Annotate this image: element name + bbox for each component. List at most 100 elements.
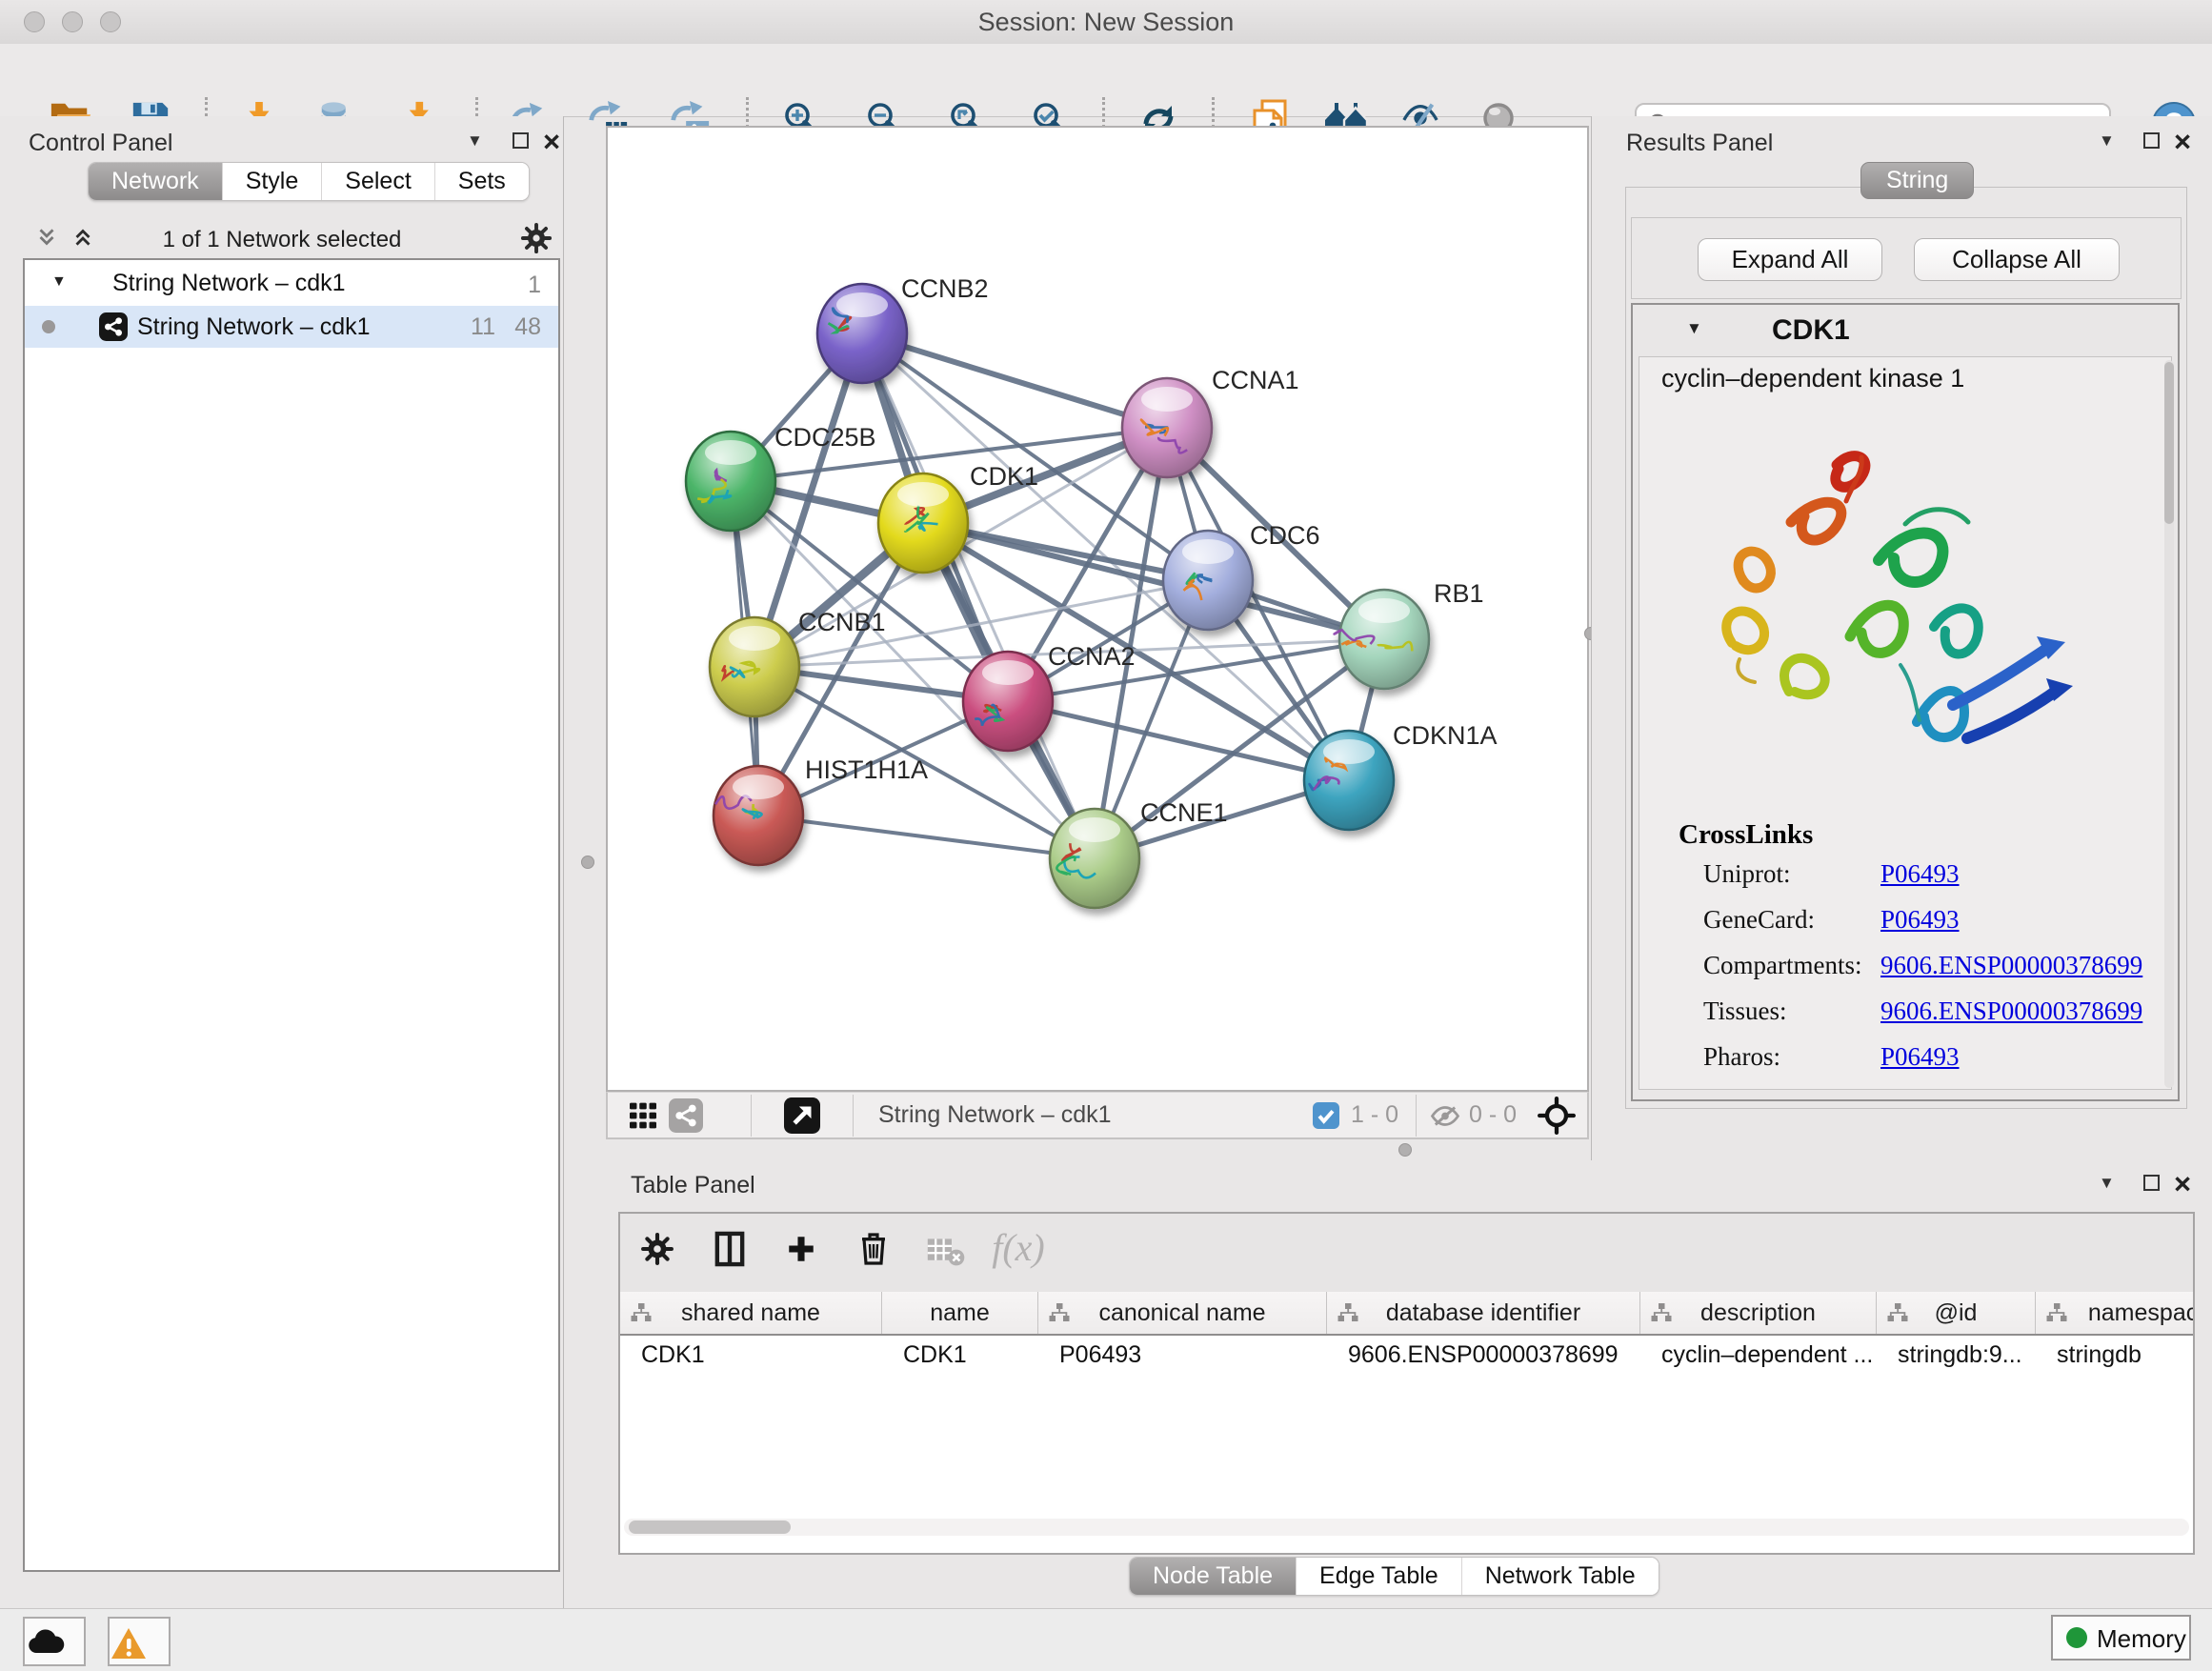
tab-sets[interactable]: Sets [434,163,529,200]
column-header-shared-name[interactable]: shared name [620,1292,882,1336]
table-panel-close-icon[interactable]: × [2174,1175,2191,1194]
crosslink-link[interactable]: 9606.ENSP00000378699 [1880,997,2142,1026]
network-row-selected[interactable]: String Network – cdk1 11 48 [25,306,558,348]
network-node-cdkn1a[interactable] [1304,731,1394,830]
expand-all-button[interactable]: Expand All [1698,238,1882,281]
column-header-label: database identifier [1327,1299,1639,1327]
network-node-cdc6[interactable] [1163,531,1253,630]
tab-select[interactable]: Select [321,163,433,200]
selected-checkbox-icon[interactable] [1313,1102,1339,1129]
column-header-label: @id [1877,1299,2035,1327]
node-label-ccna2: CCNA2 [1048,642,1136,671]
table-panel-float-icon[interactable] [2143,1175,2160,1191]
node-label-ccne1: CCNE1 [1140,798,1228,827]
memory-status-icon [2066,1627,2087,1648]
gene-section-expander-icon[interactable]: ▼ [1686,319,1702,338]
table-row[interactable]: CDK1CDK1P064939606.ENSP00000378699cyclin… [620,1336,2193,1376]
crosslink-row: Compartments:9606.ENSP00000378699 [1703,951,2161,980]
memory-button[interactable]: Memory [2051,1615,2191,1661]
control-panel-float-icon[interactable] [513,132,529,149]
column-header-id[interactable]: @id [1877,1292,2036,1336]
cell-canonical-name[interactable]: P06493 [1038,1336,1327,1376]
cloud-icon [25,1628,67,1657]
warning-button[interactable] [108,1617,171,1666]
table-function-builder-icon[interactable]: f(x) [992,1225,1045,1270]
column-header-label: name [882,1299,1037,1327]
control-panel-close-icon[interactable]: × [543,132,560,151]
column-header-label: description [1640,1299,1876,1327]
crosslinks-title: CrossLinks [1679,819,1813,851]
birds-eye-crosshair-icon[interactable] [1538,1097,1576,1135]
control-panel-title: Control Panel [29,130,172,157]
network-node-ccne1[interactable] [1050,809,1139,908]
cloud-button[interactable] [23,1617,86,1666]
cell-name[interactable]: CDK1 [882,1336,1038,1376]
results-panel-close-icon[interactable]: × [2174,132,2191,151]
table-delete-column-icon[interactable] [858,1229,889,1267]
network-node-ccnb1[interactable] [710,617,799,716]
tab-network-table[interactable]: Network Table [1461,1558,1659,1595]
network-edge-hist1h1a-ccne1[interactable] [758,815,1095,858]
network-node-ccnb2[interactable] [817,284,907,383]
control-panel-menu-icon[interactable]: ▼ [467,131,483,151]
table-add-column-icon[interactable] [785,1233,817,1265]
table-panel-menu-icon[interactable]: ▼ [2099,1174,2115,1193]
cell-namespace[interactable]: stringdb [2036,1336,2193,1376]
tab-style[interactable]: Style [222,163,322,200]
results-scrollbar-track[interactable] [2164,360,2174,1088]
tab-network[interactable]: Network [89,163,222,200]
tree-expander-icon[interactable]: ▼ [51,273,67,291]
crosslink-link[interactable]: P06493 [1880,905,1960,935]
column-header-name[interactable]: name [882,1292,1038,1336]
left-splitter-handle[interactable] [581,856,594,869]
horizontal-splitter-handle[interactable] [1398,1143,1412,1157]
crosslink-link[interactable]: P06493 [1880,1042,1960,1072]
node-label-cdkn1a: CDKN1A [1393,721,1498,750]
cell-id[interactable]: stringdb:9... [1877,1336,2036,1376]
table-hscrollbar-track[interactable] [624,1519,2189,1536]
tab-string[interactable]: String [1860,162,1974,199]
control-panel-tabs: NetworkStyleSelectSets [88,162,530,201]
grid-view-icon[interactable] [627,1100,659,1131]
crosslink-link[interactable]: 9606.ENSP00000378699 [1880,951,2142,980]
cell-shared-name[interactable]: CDK1 [620,1336,882,1376]
results-panel-float-icon[interactable] [2143,132,2160,149]
share-view-icon[interactable] [669,1098,703,1133]
network-node-ccna1[interactable] [1122,378,1212,477]
network-collection-row[interactable]: ▼ String Network – cdk1 1 [25,264,558,306]
crosslink-link[interactable]: P06493 [1880,859,1960,889]
network-view-canvas[interactable]: CCNB2CCNA1CDC25BCDK1CDC6RB1CCNB1CCNA2CDK… [606,126,1589,1092]
tab-edge-table[interactable]: Edge Table [1296,1558,1461,1595]
column-header-namespace[interactable]: namespace [2036,1292,2193,1336]
memory-label: Memory [2097,1624,2186,1654]
network-options-gear-icon[interactable] [519,221,553,255]
table-columns-icon[interactable] [713,1231,747,1267]
table-hscrollbar-thumb[interactable] [629,1520,791,1534]
column-header-description[interactable]: description [1640,1292,1877,1336]
hidden-eye-icon[interactable] [1429,1103,1461,1129]
column-header-canonical-name[interactable]: canonical name [1038,1292,1327,1336]
column-header-label: canonical name [1038,1299,1326,1327]
cell-database-identifier[interactable]: 9606.ENSP00000378699 [1327,1336,1640,1376]
table-panel-tabs: Node TableEdge TableNetwork Table [1129,1557,1659,1596]
cell-description[interactable]: cyclin–dependent ... [1640,1336,1877,1376]
network-node-hist1h1a[interactable] [714,766,803,865]
window-title: Session: New Session [0,8,2212,37]
network-edge-ccna2-cdkn1a[interactable] [1008,701,1349,780]
network-node-cdc25b[interactable] [686,432,775,531]
node-label-ccnb2: CCNB2 [901,274,989,303]
column-header-label: shared name [620,1299,881,1327]
network-node-cdk1[interactable] [878,473,968,573]
open-in-window-icon[interactable] [784,1097,820,1134]
network-edge-ccnb2-ccna1[interactable] [862,333,1167,428]
table-gear-icon[interactable] [639,1231,675,1267]
results-scrollbar-thumb[interactable] [2164,362,2174,524]
network-node-ccna2[interactable] [963,652,1053,751]
table-delete-table-icon[interactable] [925,1235,965,1267]
results-panel-menu-icon[interactable]: ▼ [2099,131,2115,151]
column-header-database-identifier[interactable]: database identifier [1327,1292,1640,1336]
tab-node-table[interactable]: Node Table [1130,1558,1296,1595]
collapse-all-button[interactable]: Collapse All [1914,238,2120,281]
crosslink-row: Tissues:9606.ENSP00000378699 [1703,997,2161,1026]
crosslink-label: Uniprot: [1703,859,1880,889]
